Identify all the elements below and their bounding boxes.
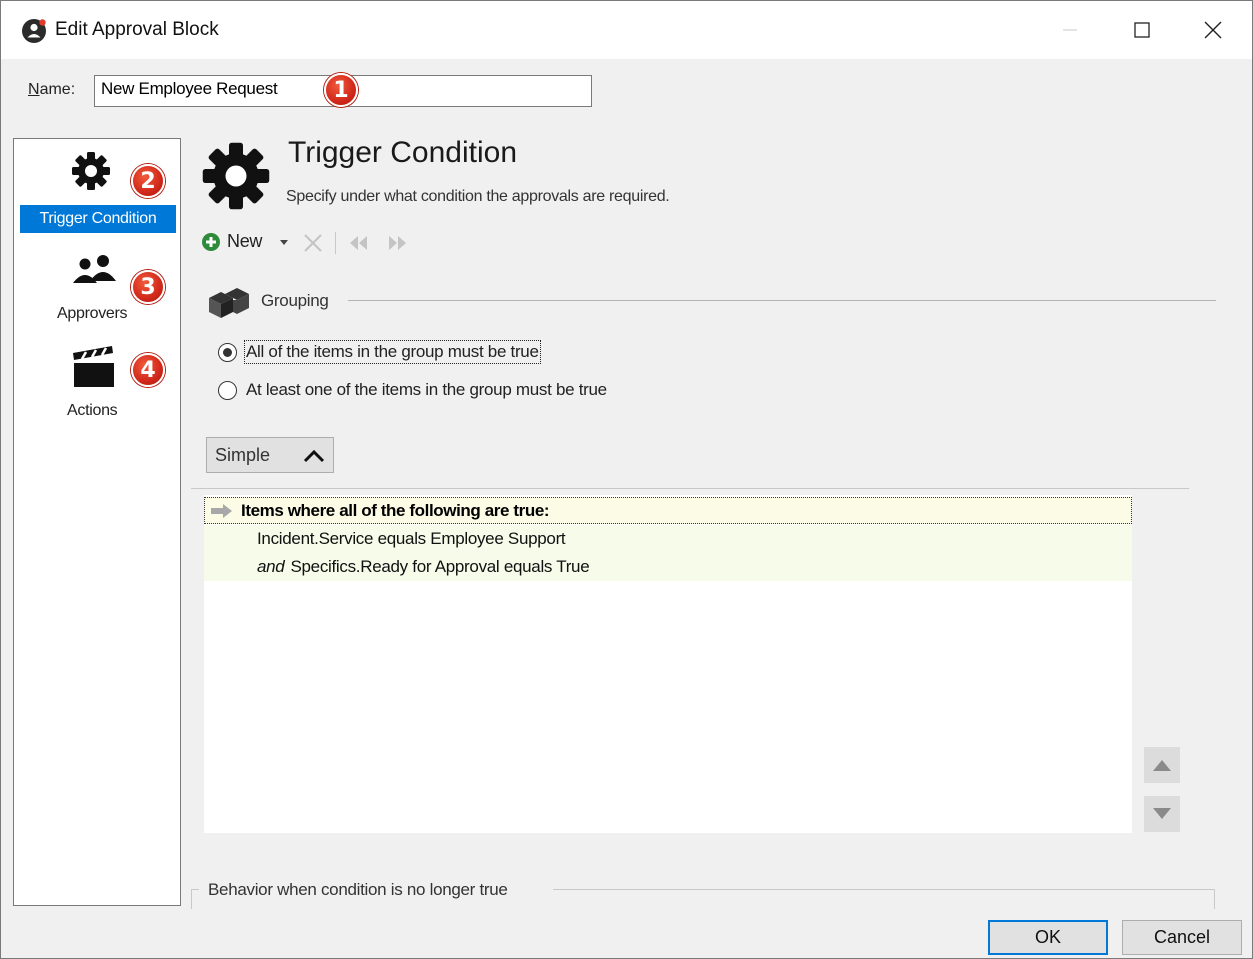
radio-all-items[interactable]: All of the items in the group must be tr… (218, 340, 541, 364)
nav-item-label: Approvers (57, 305, 128, 322)
triangle-down-icon (1153, 808, 1171, 819)
behavior-divider (553, 889, 1215, 890)
simple-mode-label: Simple (215, 445, 271, 465)
nav-item-label: Trigger Condition (20, 205, 176, 233)
page-subtitle: Specify under what condition the approva… (286, 188, 670, 205)
arrow-right-icon (211, 504, 232, 518)
toolbar-separator (335, 232, 336, 254)
close-button[interactable] (1181, 1, 1245, 59)
grouping-legend: Grouping (261, 291, 329, 310)
behavior-divider-left (191, 889, 199, 890)
chevron-up-icon (303, 449, 325, 463)
clapperboard-icon (73, 346, 114, 387)
name-label: Name: (28, 81, 75, 99)
ok-button[interactable]: OK (988, 920, 1108, 955)
window-title: Edit Approval Block (55, 19, 219, 40)
people-icon (73, 255, 116, 283)
move-right-icon[interactable] (387, 235, 409, 251)
maximize-button[interactable] (1110, 1, 1174, 59)
page-title: Trigger Condition (288, 136, 517, 169)
move-left-icon[interactable] (347, 235, 369, 251)
condition-row[interactable]: and Specifics.Ready for Approval equals T… (204, 553, 1132, 581)
radio-button[interactable] (218, 380, 237, 400)
condition-row[interactable]: Incident.Service equals Employee Support (204, 525, 1132, 553)
conditions-group-header[interactable]: Items where all of the following are tru… (204, 497, 1132, 524)
delete-icon[interactable] (303, 233, 323, 253)
minimize-button[interactable] (1038, 1, 1102, 59)
conditions-group-label: Items where all of the following are tru… (241, 501, 550, 520)
add-circle-icon (202, 232, 220, 251)
grouping-icon (209, 288, 249, 318)
title-bar: Edit Approval Block (1, 1, 1252, 59)
radio-button[interactable] (218, 342, 237, 362)
radio-label: At least one of the items in the group m… (246, 380, 607, 399)
condition-expression: Specifics.Ready for Approval equals True (290, 557, 590, 576)
cancel-button[interactable]: Cancel (1122, 920, 1242, 955)
behavior-legend: Behavior when condition is no longer tru… (208, 880, 508, 899)
condition-conjunction: and (257, 557, 285, 576)
condition-text: Incident.Service equals Employee Support (257, 529, 566, 549)
name-label-rest: ame: (39, 81, 76, 98)
move-up-button[interactable] (1144, 747, 1180, 783)
nav-panel: Trigger Condition Approvers Actions (13, 138, 181, 906)
name-label-accel: N (28, 81, 40, 98)
new-button-label: New (227, 231, 263, 251)
move-down-button[interactable] (1144, 796, 1180, 832)
radio-at-least-one[interactable]: At least one of the items in the group m… (218, 380, 607, 400)
radio-dot (223, 347, 232, 357)
gear-icon (72, 152, 110, 190)
section-divider (191, 488, 1189, 489)
callout-badge-2: 2 (131, 164, 165, 198)
edit-approval-block-dialog: Edit Approval Block Name: New Employee R… (0, 0, 1253, 959)
new-button[interactable]: New (201, 231, 262, 252)
triangle-up-icon (1153, 760, 1171, 771)
trigger-gear-icon (202, 142, 270, 210)
callout-badge-1: 1 (324, 73, 358, 107)
condition-text: and Specifics.Ready for Approval equals T… (257, 557, 590, 577)
behavior-border-left (191, 889, 192, 909)
close-icon (1204, 21, 1222, 39)
radio-label: All of the items in the group must be tr… (244, 340, 541, 364)
callout-badge-3: 3 (131, 270, 165, 304)
condition-expression: Incident.Service equals Employee Support (257, 529, 566, 548)
minimize-icon (1063, 29, 1077, 31)
grouping-divider (348, 300, 1216, 301)
simple-mode-toggle[interactable]: Simple (206, 437, 334, 473)
behavior-border-right (1214, 889, 1215, 909)
new-dropdown-icon[interactable] (279, 239, 289, 247)
nav-item-label: Actions (67, 402, 118, 419)
maximize-icon (1134, 22, 1150, 38)
conditions-list: Items where all of the following are tru… (204, 495, 1132, 833)
app-user-icon (22, 19, 46, 43)
callout-badge-4: 4 (131, 353, 165, 387)
